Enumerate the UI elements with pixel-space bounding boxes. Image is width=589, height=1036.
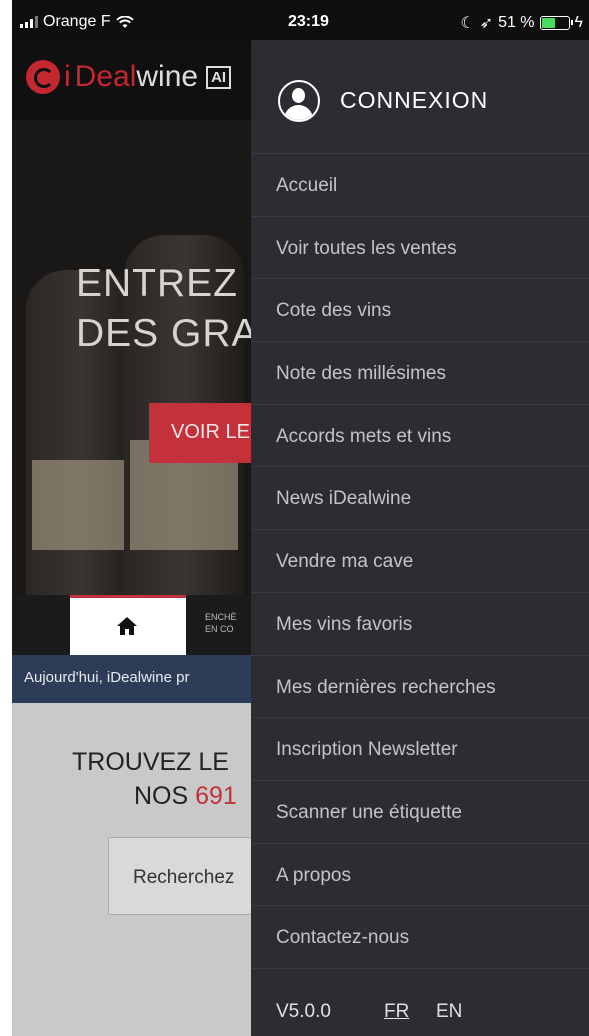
menu-item-vendre-ma-cave[interactable]: Vendre ma cave bbox=[251, 530, 589, 593]
wifi-icon bbox=[115, 15, 134, 28]
menu-item-accueil[interactable]: Accueil bbox=[251, 154, 589, 217]
menu-item-scanner-etiquette[interactable]: Scanner une étiquette bbox=[251, 781, 589, 844]
menu-item-accords-mets-vins[interactable]: Accords mets et vins bbox=[251, 405, 589, 468]
status-bar: Orange F 23:19 ☾ ➶ 51 % ϟ bbox=[12, 0, 589, 44]
search-heading: TROUVEZ LE bbox=[72, 748, 229, 776]
battery-percent: 51 % bbox=[498, 14, 535, 31]
menu-item-dernieres-recherches[interactable]: Mes dernières recherches bbox=[251, 656, 589, 719]
side-drawer: CONNEXION Accueil Voir toutes les ventes… bbox=[251, 40, 589, 1036]
tab-encheres[interactable]: ENCHÈ EN CO bbox=[205, 611, 237, 635]
menu-item-cote-des-vins[interactable]: Cote des vins bbox=[251, 279, 589, 343]
battery-icon bbox=[539, 16, 573, 30]
menu-item-contact[interactable]: Contactez-nous bbox=[251, 906, 589, 969]
signal-icon bbox=[20, 16, 38, 28]
charging-icon: ϟ bbox=[574, 14, 583, 31]
app-version: V5.0.0 bbox=[276, 1001, 331, 1022]
logo-badge: AI bbox=[206, 65, 232, 89]
idealwine-logo[interactable]: i Dealwine AI bbox=[26, 60, 232, 94]
user-icon bbox=[278, 80, 320, 122]
connexion-label: CONNEXION bbox=[340, 87, 489, 113]
hero-heading-line1: ENTREZ D bbox=[76, 262, 279, 305]
menu-item-a-propos[interactable]: A propos bbox=[251, 844, 589, 907]
home-icon bbox=[117, 617, 137, 635]
connexion-button[interactable]: CONNEXION bbox=[251, 40, 589, 154]
search-subheading: NOS 691 bbox=[134, 782, 237, 810]
language-fr-link[interactable]: FR bbox=[384, 1001, 409, 1023]
menu-item-vins-favoris[interactable]: Mes vins favoris bbox=[251, 593, 589, 656]
moon-icon: ☾ bbox=[460, 15, 475, 32]
idealwine-logo-mark-icon bbox=[26, 60, 60, 94]
drawer-menu: Accueil Voir toutes les ventes Cote des … bbox=[251, 154, 589, 969]
menu-item-toutes-les-ventes[interactable]: Voir toutes les ventes bbox=[251, 217, 589, 280]
drawer-footer: V5.0.0 FR EN bbox=[251, 983, 589, 1036]
tab-home[interactable] bbox=[70, 595, 186, 655]
menu-item-note-des-millesimes[interactable]: Note des millésimes bbox=[251, 342, 589, 405]
carrier-name: Orange F bbox=[43, 13, 111, 30]
location-arrow-icon: ➶ bbox=[479, 15, 494, 32]
menu-item-news[interactable]: News iDealwine bbox=[251, 467, 589, 531]
clock: 23:19 bbox=[288, 13, 329, 30]
menu-item-newsletter[interactable]: Inscription Newsletter bbox=[251, 718, 589, 781]
language-en-link[interactable]: EN bbox=[436, 1001, 462, 1023]
